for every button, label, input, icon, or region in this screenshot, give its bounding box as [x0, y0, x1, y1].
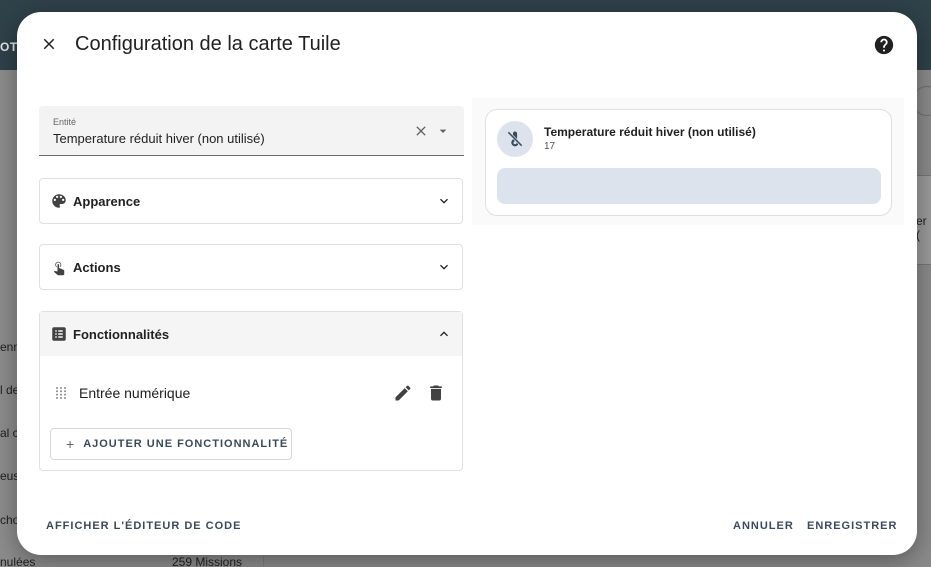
list-box-icon	[50, 325, 68, 343]
edit-feature-button[interactable]	[393, 383, 413, 403]
chevron-down-icon	[440, 198, 448, 204]
tile-card-config-dialog: Configuration de la carte Tuile Entité T…	[17, 12, 917, 555]
add-feature-button[interactable]: + AJOUTER UNE FONCTIONNALITÉ	[50, 428, 292, 460]
help-circle-icon	[874, 35, 894, 55]
actions-panel-label: Actions	[73, 259, 121, 275]
delete-icon	[430, 385, 442, 401]
features-panel: Fonctionnalités Entrée numérique + AJOUT…	[39, 311, 463, 471]
feature-label: Entrée numérique	[79, 385, 191, 401]
close-icon	[43, 38, 55, 50]
gesture-tap-icon	[50, 258, 68, 276]
clear-entity-button[interactable]	[413, 123, 429, 139]
appearance-panel-label: Apparence	[73, 193, 141, 209]
appearance-panel: Apparence	[39, 178, 463, 224]
entity-field-value: Temperature réduit hiver (non utilisé)	[53, 131, 265, 146]
actions-panel-header[interactable]: Actions	[40, 245, 462, 289]
dialog-title: Configuration de la carte Tuile	[75, 33, 341, 55]
palette-icon	[50, 192, 68, 210]
entity-field-label: Entité	[53, 117, 77, 127]
delete-feature-button[interactable]	[426, 383, 446, 403]
background-sidebar-item: al c	[0, 426, 19, 440]
chevron-down-icon	[440, 264, 448, 270]
actions-panel: Actions	[39, 244, 463, 290]
tile-entity-state: 17	[544, 141, 556, 152]
tile-icon-container[interactable]	[497, 121, 533, 157]
pencil-icon	[395, 385, 411, 401]
features-panel-label: Fonctionnalités	[73, 326, 170, 342]
drag-handle-icon[interactable]	[54, 386, 68, 400]
close-button[interactable]	[37, 32, 61, 56]
numeric-input-slider[interactable]	[497, 168, 881, 204]
background-right-text: er (	[916, 214, 927, 242]
save-button[interactable]: ENREGISTRER	[807, 520, 897, 532]
feature-row: Entrée numérique	[50, 376, 450, 412]
show-code-editor-button[interactable]: AFFICHER L'ÉDITEUR DE CODE	[46, 520, 241, 532]
add-feature-label: AJOUTER UNE FONCTIONNALITÉ	[83, 438, 289, 450]
tile-card[interactable]: Temperature réduit hiver (non utilisé) 1…	[485, 109, 892, 216]
background-sidebar-item: nulées	[0, 555, 36, 567]
tile-entity-name: Temperature réduit hiver (non utilisé)	[544, 125, 756, 139]
help-button[interactable]	[873, 34, 895, 56]
cancel-button[interactable]: ANNULER	[733, 520, 794, 532]
menu-down-icon	[439, 129, 447, 133]
entity-picker[interactable]: Entité Temperature réduit hiver (non uti…	[39, 106, 464, 156]
chevron-up-icon	[440, 331, 448, 337]
close-icon	[416, 126, 426, 136]
thermometer-off-icon	[507, 131, 523, 147]
background-missions-count: 259 Missions	[172, 555, 243, 567]
appearance-panel-header[interactable]: Apparence	[40, 179, 462, 223]
entity-dropdown-button[interactable]	[435, 123, 451, 139]
card-preview: Temperature réduit hiver (non utilisé) 1…	[472, 98, 904, 225]
features-panel-header[interactable]: Fonctionnalités	[40, 312, 462, 356]
plus-icon: +	[66, 436, 75, 452]
